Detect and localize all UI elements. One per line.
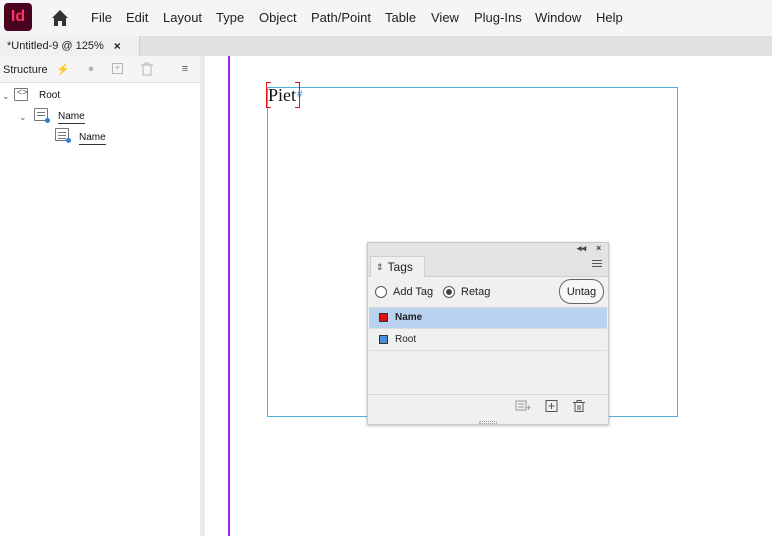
close-icon[interactable]: ×: [596, 243, 601, 253]
lightning-icon[interactable]: ⚡: [56, 62, 70, 76]
xml-root-icon: <>: [14, 87, 28, 101]
resize-grip[interactable]: [479, 421, 497, 424]
home-icon[interactable]: [50, 8, 70, 28]
text-frame-element-icon: [34, 108, 50, 123]
trash-icon[interactable]: [140, 62, 154, 76]
menu-file[interactable]: File: [91, 10, 112, 25]
tag-row-root[interactable]: Root: [369, 330, 607, 351]
retag-radio[interactable]: [443, 286, 455, 298]
add-attribute-icon[interactable]: +: [112, 63, 123, 74]
tags-panel-tabrow: ⇕ Tags: [368, 256, 608, 277]
menu-path-point[interactable]: Path/Point: [311, 10, 371, 25]
panel-menu-icon[interactable]: [592, 260, 602, 268]
frame-text[interactable]: Piet: [268, 85, 296, 106]
trash-icon[interactable]: [572, 400, 586, 412]
tag-row-name[interactable]: Name: [369, 308, 607, 329]
untag-button[interactable]: Untag: [559, 279, 604, 304]
tree-item-name-label[interactable]: Name: [79, 132, 106, 145]
document-tab-bar: *Untitled-9 @ 125% ×: [0, 36, 772, 56]
tags-panel: ◂◂ × ⇕ Tags Add Tag Retag Untag Name Roo…: [367, 242, 609, 425]
chevron-down-icon[interactable]: ⌄: [2, 91, 12, 101]
tags-panel-titlebar[interactable]: ◂◂ ×: [368, 243, 608, 256]
text-threading-icon: #: [297, 89, 303, 100]
add-tag-label: Add Tag: [393, 286, 434, 298]
circle-icon[interactable]: ●: [84, 62, 98, 76]
retag-label: Retag: [461, 286, 491, 298]
tree-item-name-label[interactable]: Name: [58, 111, 85, 124]
margin-guide: [228, 56, 230, 536]
tree-item-root-label[interactable]: Root: [39, 90, 60, 101]
tag-name-label: Name: [395, 312, 423, 323]
structure-panel: Structure ⚡ ● + ≡ ⌄ <> Root ⌄ Name Name: [0, 56, 200, 536]
menu-window[interactable]: Window: [535, 10, 581, 25]
menu-help[interactable]: Help: [596, 10, 623, 25]
menu-bar: Id File Edit Layout Type Object Path/Poi…: [0, 0, 772, 36]
tab-tags-label: Tags: [387, 260, 413, 274]
menu-plug-ins[interactable]: Plug-Ins: [474, 10, 522, 25]
text-element-icon: [55, 128, 71, 143]
app-logo[interactable]: Id: [4, 3, 32, 31]
tab-tags[interactable]: ⇕ Tags: [370, 256, 425, 277]
menu-table[interactable]: Table: [385, 10, 416, 25]
menu-edit[interactable]: Edit: [126, 10, 148, 25]
document-tab-title: *Untitled-9 @ 125%: [7, 40, 104, 52]
tag-color-swatch: [379, 335, 388, 344]
new-tag-from-selection-icon[interactable]: +: [515, 400, 533, 412]
new-tag-icon[interactable]: [545, 400, 559, 412]
tag-name-label: Root: [395, 334, 417, 345]
menu-view[interactable]: View: [431, 10, 459, 25]
svg-text:+: +: [526, 403, 531, 412]
chevron-down-icon[interactable]: ⌄: [19, 112, 29, 122]
menu-type[interactable]: Type: [216, 10, 244, 25]
menu-layout[interactable]: Layout: [163, 10, 202, 25]
tag-color-swatch: [379, 313, 388, 322]
sort-arrows-icon: ⇕: [376, 261, 384, 272]
close-icon[interactable]: ×: [114, 39, 121, 53]
structure-panel-header: Structure ⚡ ● + ≡: [0, 56, 200, 83]
menu-object[interactable]: Object: [259, 10, 297, 25]
tag-list: Name Root: [369, 307, 607, 395]
structure-panel-title: Structure: [3, 64, 48, 76]
document-tab[interactable]: *Untitled-9 @ 125% ×: [0, 36, 140, 56]
collapse-icon[interactable]: ◂◂: [577, 243, 586, 254]
add-tag-radio[interactable]: [375, 286, 387, 298]
panel-menu-icon[interactable]: ≡: [178, 62, 192, 76]
